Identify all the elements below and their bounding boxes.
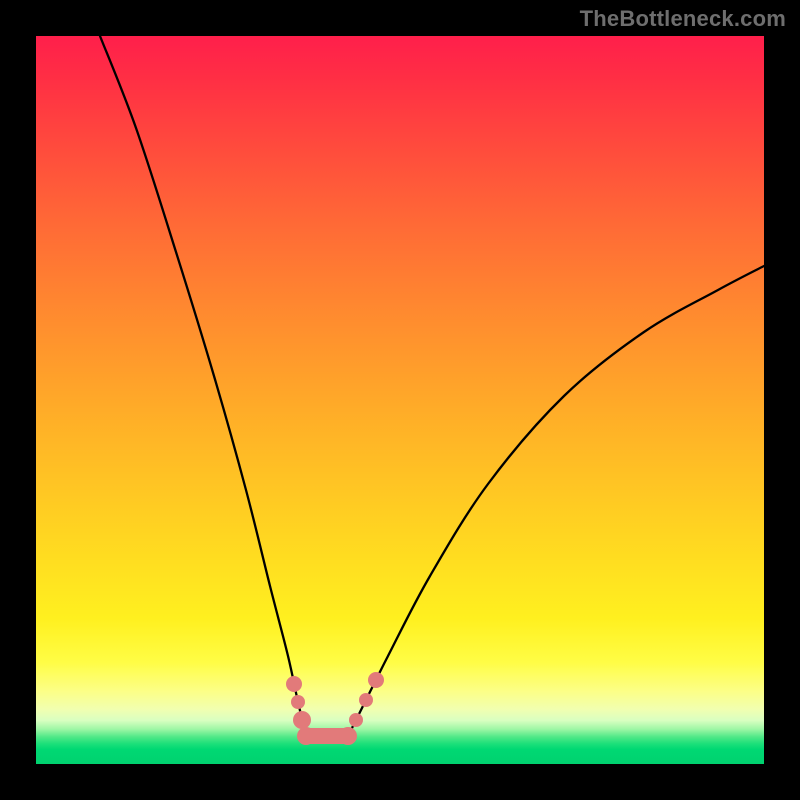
valley-marker — [349, 713, 363, 727]
watermark-text: TheBottleneck.com — [580, 6, 786, 32]
valley-marker — [291, 695, 305, 709]
curve-layer — [36, 36, 764, 764]
chart-stage: TheBottleneck.com — [0, 0, 800, 800]
valley-marker — [368, 672, 384, 688]
valley-marker — [359, 693, 373, 707]
right-curve — [348, 266, 764, 736]
valley-marker — [297, 727, 315, 745]
valley-marker — [293, 711, 311, 729]
valley-marker — [339, 727, 357, 745]
valley-marker — [286, 676, 302, 692]
left-curve — [100, 36, 308, 736]
